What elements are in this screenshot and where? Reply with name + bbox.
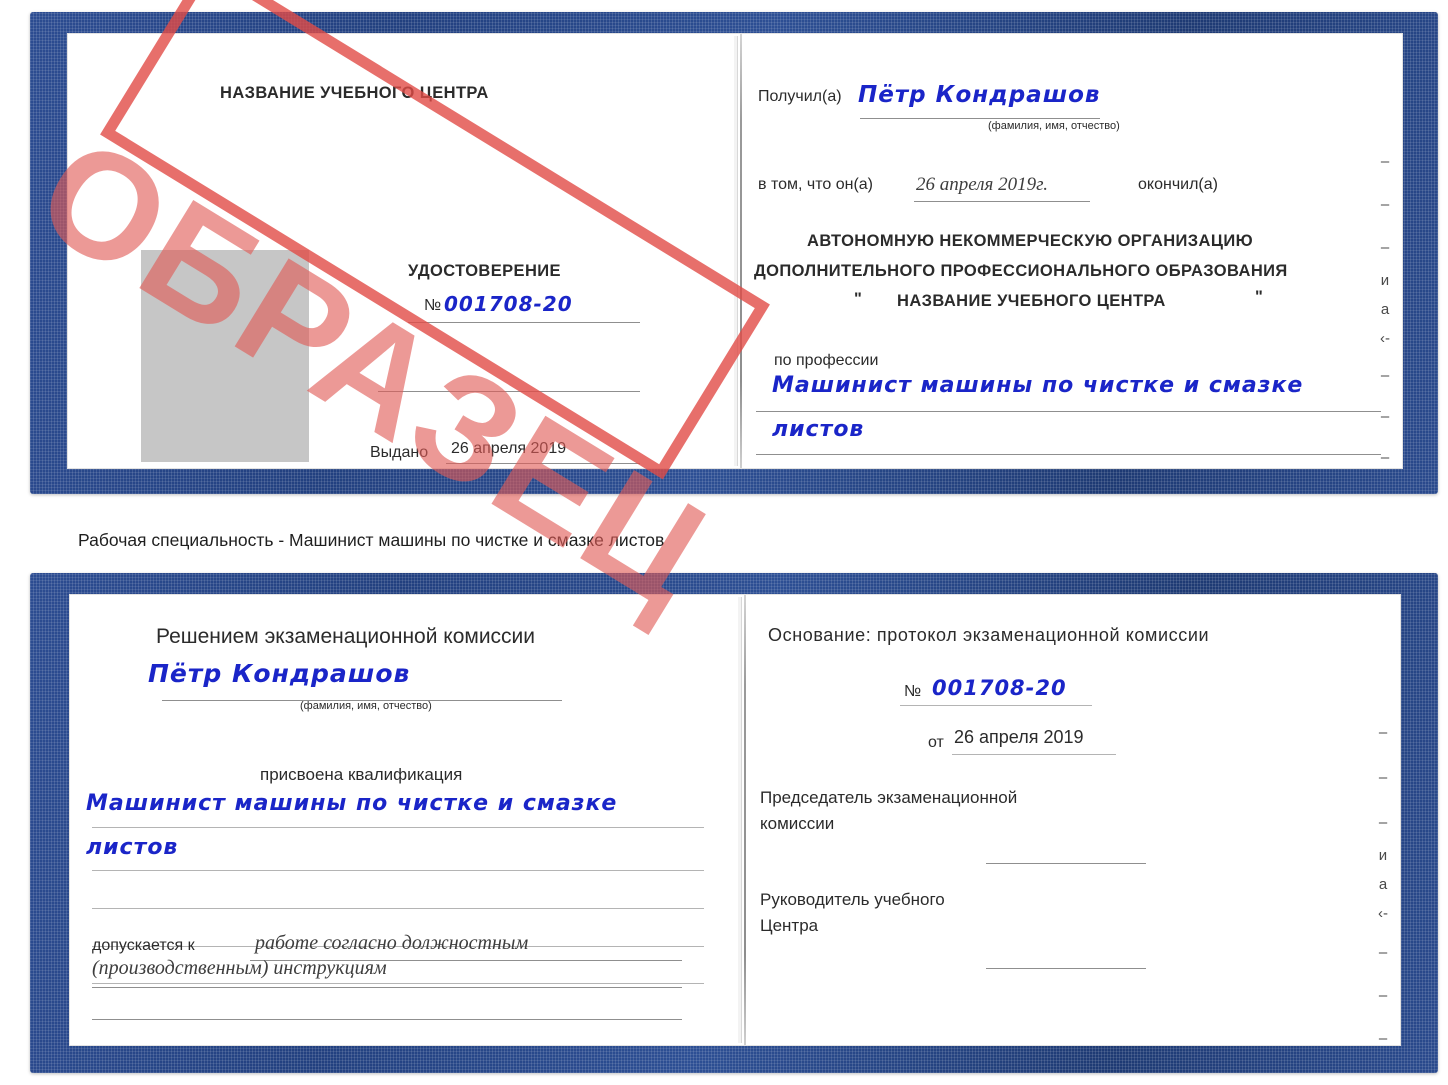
qualification-value-line-2: листов	[86, 835, 179, 860]
admitted-label: допускается к	[92, 937, 195, 954]
margin-mark: и	[1380, 272, 1390, 289]
org-name-line-3: НАЗВАНИЕ УЧЕБНОГО ЦЕНТРА	[897, 292, 1166, 310]
margin-mark: –	[1378, 987, 1388, 1004]
margin-mark: и	[1378, 847, 1388, 864]
margin-mark: ‹-	[1378, 905, 1388, 922]
certificate-bottom-cover: Решением экзаменационной комиссии Пётр К…	[30, 573, 1438, 1073]
margin-mark: –	[1380, 449, 1390, 466]
admitted-rule-2	[92, 987, 682, 988]
bottom-number-rule	[900, 705, 1092, 706]
profession-rule-2	[756, 454, 1381, 455]
margin-mark: ‹-	[1380, 330, 1390, 347]
training-center-name-heading: НАЗВАНИЕ УЧЕБНОГО ЦЕНТРА	[220, 84, 489, 102]
margin-mark: а	[1380, 301, 1390, 318]
in-that-label: в том, что он(а)	[758, 176, 873, 193]
bottom-number-label: №	[904, 683, 922, 700]
margin-mark: –	[1380, 408, 1390, 425]
basis-label: Основание: протокол экзаменационной коми…	[768, 625, 1210, 645]
margin-mark: –	[1378, 944, 1388, 961]
margin-mark: –	[1378, 724, 1388, 741]
admitted-value-line-1: работе согласно должностным	[255, 932, 529, 954]
from-date-rule	[952, 754, 1116, 755]
certificate-bottom-left-page: Решением экзаменационной комиссии Пётр К…	[70, 595, 744, 1045]
profession-rule-1	[756, 411, 1381, 412]
certificate-number-label: №	[424, 297, 442, 314]
head-signature-rule	[986, 968, 1146, 969]
finished-label: окончил(а)	[1138, 176, 1218, 193]
chairman-signature-rule	[986, 863, 1146, 864]
blank-rule-1	[378, 391, 640, 392]
org-name-line-2: ДОПОЛНИТЕЛЬНОГО ПРОФЕССИОНАЛЬНОГО ОБРАЗО…	[754, 262, 1288, 280]
profession-value-line-2: листов	[772, 417, 865, 442]
margin-mark: а	[1378, 876, 1388, 893]
org-name-line-1: АВТОНОМНУЮ НЕКОММЕРЧЕСКУЮ ОРГАНИЗАЦИЮ	[807, 232, 1253, 250]
chairman-label-line-2: комиссии	[760, 814, 835, 833]
certificate-bottom-pages: Решением экзаменационной комиссии Пётр К…	[70, 595, 1400, 1045]
qualification-rule-3	[92, 908, 704, 909]
issued-date-rule	[446, 463, 640, 464]
margin-mark: –	[1378, 1030, 1388, 1045]
from-label: от	[928, 734, 944, 751]
received-name-value: Пётр Кондрашов	[858, 82, 1101, 108]
admitted-value-line-2: (производственным) инструкциям	[92, 957, 387, 979]
margin-mark: –	[1378, 814, 1388, 831]
commission-decision-heading: Решением экзаменационной комиссии	[156, 625, 536, 648]
bottom-name-value: Пётр Кондрашов	[148, 659, 411, 688]
profession-label: по профессии	[774, 352, 879, 369]
certificate-number-value: 001708-20	[444, 292, 573, 316]
received-name-rule	[860, 118, 1100, 119]
admitted-rule-3	[92, 1019, 682, 1020]
chairman-label-line-1: Председатель экзаменационной	[760, 788, 1018, 807]
received-label: Получил(а)	[758, 88, 842, 105]
margin-marks-top-right: – – – и а ‹- – – –	[1372, 153, 1398, 465]
head-label-line-2: Центра	[760, 916, 819, 935]
certificate-number-rule	[408, 322, 640, 323]
photo-placeholder	[141, 250, 309, 462]
from-date-value: 26 апреля 2019	[954, 727, 1084, 747]
page-caption: Рабочая специальность - Машинист машины …	[78, 530, 665, 550]
org-quote-open: "	[854, 290, 863, 308]
qualification-rule-1	[92, 827, 704, 828]
margin-mark: –	[1380, 239, 1390, 256]
certificate-top-pages: НАЗВАНИЕ УЧЕБНОГО ЦЕНТРА УДОСТОВЕРЕНИЕ №…	[68, 34, 1402, 468]
margin-mark: –	[1380, 153, 1390, 170]
qualification-label: присвоена квалификация	[260, 765, 463, 784]
margin-mark: –	[1378, 769, 1388, 786]
qualification-value-line-1: Машинист машины по чистке и смазке	[86, 791, 618, 816]
certificate-top-right-page: Получил(а) Пётр Кондрашов (фамилия, имя,…	[742, 34, 1402, 468]
margin-mark: –	[1380, 367, 1390, 384]
margin-marks-bottom-right: – – – и а ‹- – – –	[1370, 724, 1396, 1045]
qualification-rule-5	[92, 983, 704, 984]
issued-label: Выдано	[370, 444, 429, 461]
certificate-top-cover: НАЗВАНИЕ УЧЕБНОГО ЦЕНТРА УДОСТОВЕРЕНИЕ №…	[11, 0, 1438, 639]
bottom-name-hint: (фамилия, имя, отчество)	[300, 700, 432, 712]
org-quote-close: "	[1255, 288, 1264, 306]
certificate-top-left-page: НАЗВАНИЕ УЧЕБНОГО ЦЕНТРА УДОСТОВЕРЕНИЕ №…	[68, 34, 740, 468]
issued-date-value: 26 апреля 2019	[451, 440, 567, 457]
margin-mark: –	[1380, 196, 1390, 213]
received-name-hint: (фамилия, имя, отчество)	[988, 120, 1120, 132]
document-title: УДОСТОВЕРЕНИЕ	[408, 262, 561, 280]
head-label-line-1: Руководитель учебного	[760, 890, 945, 909]
bottom-number-value: 001708-20	[932, 676, 1067, 700]
profession-value-line-1: Машинист машины по чистке и смазке	[772, 373, 1304, 398]
completion-date-rule	[914, 201, 1090, 202]
completion-date-value: 26 апреля 2019г.	[916, 174, 1048, 195]
certificate-bottom-right-page: Основание: протокол экзаменационной коми…	[746, 595, 1400, 1045]
qualification-rule-2	[92, 870, 704, 871]
